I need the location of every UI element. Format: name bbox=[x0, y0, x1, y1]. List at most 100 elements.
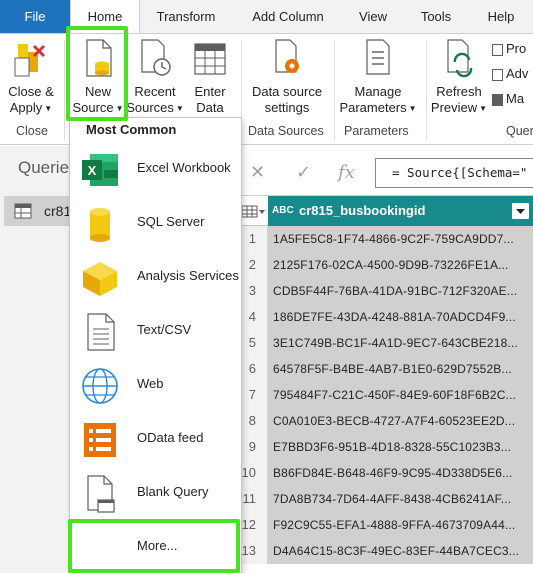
close-apply-line2: Apply bbox=[9, 100, 43, 115]
column-header[interactable]: ABC cr815_busbookingid bbox=[268, 196, 533, 226]
table-row[interactable]: 6 64578F5F-B4BE-4AB7-B1E0-629D7552B... bbox=[240, 356, 533, 382]
recent-sources-line1: Recent bbox=[134, 84, 176, 99]
table-row[interactable]: 9 E7BBD3F6-951B-4D18-8328-55C1023B3... bbox=[240, 434, 533, 460]
advanced-editor-label: Adv bbox=[506, 66, 529, 81]
group-label-close: Close bbox=[16, 124, 48, 138]
properties-label: Pro bbox=[506, 41, 527, 56]
menu-item-excel-workbook[interactable]: X Excel Workbook bbox=[70, 142, 241, 196]
cancel-icon[interactable]: ✕ bbox=[250, 162, 265, 183]
enter-data-button[interactable]: Enter Data bbox=[186, 38, 234, 116]
chevron-down-icon: ▼ bbox=[408, 103, 417, 113]
table-row[interactable]: 10 B86FD84E-B648-46F9-9C95-4D338D5E6... bbox=[240, 460, 533, 486]
row-number: 9 bbox=[240, 434, 268, 460]
tab-add-column[interactable]: Add Column bbox=[236, 0, 340, 33]
table-row[interactable]: 2 2125F176-02CA-4500-9D9B-73226FE1A... bbox=[240, 252, 533, 278]
table-cell[interactable]: F92C9C55-EFA1-4888-9FFA-4673709A44... bbox=[268, 512, 533, 538]
blank-query-icon bbox=[87, 475, 115, 513]
menu-item-label: Blank Query bbox=[137, 484, 209, 499]
table-menu-icon bbox=[241, 205, 265, 218]
new-source-button[interactable]: New Source ▼ bbox=[70, 38, 126, 117]
close-apply-button[interactable]: Close & Apply ▼ bbox=[3, 38, 59, 117]
table-row[interactable]: 3 CDB5F44F-76BA-41DA-91BC-712F320AE... bbox=[240, 278, 533, 304]
ribbon-tab-bar: File Home Transform Add Column View Tool… bbox=[0, 0, 533, 34]
excel-icon: X bbox=[82, 154, 118, 186]
table-row[interactable]: 5 3E1C749B-BC1F-4A1D-9EC7-643CBE218... bbox=[240, 330, 533, 356]
text-file-icon bbox=[87, 313, 115, 351]
row-number: 3 bbox=[240, 278, 268, 304]
data-source-settings-button[interactable]: Data source settings bbox=[247, 38, 327, 116]
menu-item-web[interactable]: Web bbox=[70, 358, 241, 412]
table-cell[interactable]: CDB5F44F-76BA-41DA-91BC-712F320AE... bbox=[268, 278, 533, 304]
parameters-icon bbox=[366, 39, 390, 75]
chevron-down-icon: ▼ bbox=[115, 103, 124, 113]
chevron-down-icon: ▼ bbox=[175, 103, 184, 113]
commit-icon[interactable]: ✓ bbox=[296, 162, 311, 183]
row-number: 8 bbox=[240, 408, 268, 434]
data-grid: ABC cr815_busbookingid 1 1A5FE5C8-1F74-48… bbox=[240, 196, 533, 573]
table-cell[interactable]: B86FD84E-B648-46F9-9C95-4D338D5E6... bbox=[268, 460, 533, 486]
menu-item-odata-feed[interactable]: OData feed bbox=[70, 412, 241, 466]
menu-item-more[interactable]: More... bbox=[70, 522, 241, 570]
row-number: 2 bbox=[240, 252, 268, 278]
menu-item-label: OData feed bbox=[137, 430, 204, 445]
table-cell[interactable]: 64578F5F-B4BE-4AB7-B1E0-629D7552B... bbox=[268, 356, 533, 382]
refresh-preview-line1: Refresh bbox=[436, 84, 482, 99]
table-cell[interactable]: 7DA8B734-7D64-4AFF-8438-4CB6241AF... bbox=[268, 486, 533, 512]
table-icon bbox=[14, 203, 32, 219]
table-cell[interactable]: 1A5FE5C8-1F74-4866-9C2F-759CA9DD7... bbox=[268, 226, 533, 252]
table-cell[interactable]: 795484F7-C21C-450F-84E9-60F18F6B2C... bbox=[268, 382, 533, 408]
cube-icon bbox=[83, 262, 117, 296]
grid-corner-button[interactable] bbox=[240, 196, 268, 226]
table-cell[interactable]: C0A010E3-BECB-4727-A7F4-60523EE2D... bbox=[268, 408, 533, 434]
data-source-settings-icon bbox=[275, 39, 299, 73]
manage-parameters-button[interactable]: Manage Parameters ▼ bbox=[338, 38, 418, 117]
advanced-editor-button[interactable]: Adv bbox=[492, 66, 533, 82]
table-cell[interactable]: 3E1C749B-BC1F-4A1D-9EC7-643CBE218... bbox=[268, 330, 533, 356]
fx-icon[interactable]: fx bbox=[338, 162, 355, 183]
column-filter-button[interactable] bbox=[512, 203, 529, 219]
ribbon-divider bbox=[334, 40, 335, 140]
close-apply-line1: Close & bbox=[8, 84, 54, 99]
properties-button[interactable]: Pro bbox=[492, 41, 533, 57]
formula-input[interactable]: = Source{[Schema=" bbox=[375, 158, 533, 188]
menu-header: Most Common bbox=[86, 122, 177, 137]
table-row[interactable]: 12 F92C9C55-EFA1-4888-9FFA-4673709A44... bbox=[240, 512, 533, 538]
table-row[interactable]: 8 C0A010E3-BECB-4727-A7F4-60523EE2D... bbox=[240, 408, 533, 434]
menu-item-analysis-services[interactable]: Analysis Services bbox=[70, 250, 241, 304]
table-cell[interactable]: D4A64C15-8C3F-49EC-83EF-44BA7CEC3... bbox=[268, 538, 533, 564]
table-cell[interactable]: E7BBD3F6-951B-4D18-8328-55C1023B3... bbox=[268, 434, 533, 460]
row-number: 7 bbox=[240, 382, 268, 408]
tab-transform[interactable]: Transform bbox=[140, 0, 232, 33]
query-item[interactable]: cr81 bbox=[4, 196, 71, 226]
new-source-icon bbox=[86, 39, 112, 77]
table-cell[interactable]: 186DE7FE-43DA-4248-881A-70ADCD4F9... bbox=[268, 304, 533, 330]
chevron-down-icon: ▼ bbox=[44, 103, 53, 113]
advanced-editor-icon bbox=[492, 68, 503, 81]
menu-item-text-csv[interactable]: Text/CSV bbox=[70, 304, 241, 358]
text-type-icon[interactable]: ABC bbox=[272, 196, 294, 226]
recent-sources-button[interactable]: Recent Sources ▼ bbox=[126, 38, 184, 117]
grid-header: ABC cr815_busbookingid bbox=[240, 196, 533, 226]
table-icon bbox=[194, 43, 226, 75]
tab-view[interactable]: View bbox=[346, 0, 400, 33]
table-row[interactable]: 13 D4A64C15-8C3F-49EC-83EF-44BA7CEC3... bbox=[240, 538, 533, 564]
manage-button[interactable]: Ma bbox=[492, 91, 533, 107]
table-row[interactable]: 4 186DE7FE-43DA-4248-881A-70ADCD4F9... bbox=[240, 304, 533, 330]
tab-home[interactable]: Home bbox=[70, 0, 140, 34]
chevron-down-icon: ▼ bbox=[479, 103, 488, 113]
menu-item-blank-query[interactable]: Blank Query bbox=[70, 466, 241, 520]
group-label-parameters: Parameters bbox=[344, 124, 409, 138]
table-row[interactable]: 11 7DA8B734-7D64-4AFF-8438-4CB6241AF... bbox=[240, 486, 533, 512]
tab-tools[interactable]: Tools bbox=[408, 0, 464, 33]
manage-label: Ma bbox=[506, 91, 525, 106]
table-cell[interactable]: 2125F176-02CA-4500-9D9B-73226FE1A... bbox=[268, 252, 533, 278]
refresh-preview-button[interactable]: Refresh Preview ▼ bbox=[430, 38, 488, 117]
enter-data-line1: Enter bbox=[194, 84, 226, 99]
menu-item-sql-server[interactable]: SQL Server bbox=[70, 196, 241, 250]
properties-icon bbox=[492, 43, 503, 56]
tab-file[interactable]: File bbox=[0, 0, 70, 33]
table-row[interactable]: 1 1A5FE5C8-1F74-4866-9C2F-759CA9DD7... bbox=[240, 226, 533, 252]
table-row[interactable]: 7 795484F7-C21C-450F-84E9-60F18F6B2C... bbox=[240, 382, 533, 408]
tab-help[interactable]: Help bbox=[474, 0, 528, 33]
close-apply-icon bbox=[14, 44, 46, 77]
